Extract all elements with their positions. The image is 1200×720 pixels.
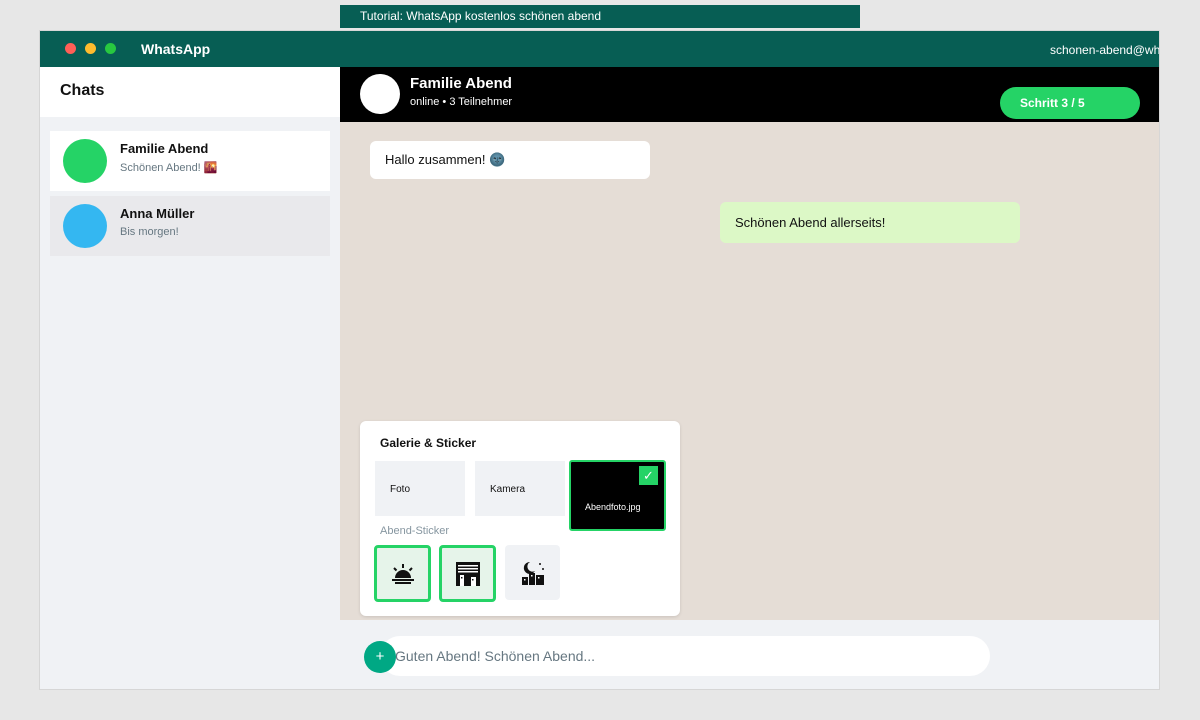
chat-preview: Schönen Abend! 🌇: [120, 162, 218, 174]
maximize-window-button[interactable]: [105, 43, 116, 54]
outgoing-message: Schönen Abend allerseits!: [720, 202, 1020, 243]
avatar: [63, 139, 107, 183]
chat-name: Familie Abend: [120, 141, 209, 156]
tutorial-banner: Tutorial: WhatsApp kostenlos schönen abe…: [340, 5, 860, 28]
photo-tile[interactable]: Foto: [375, 461, 465, 516]
night-city-icon: [505, 545, 560, 600]
close-window-button[interactable]: [65, 43, 76, 54]
app-title: WhatsApp: [141, 41, 211, 57]
tile-label: Foto: [390, 484, 411, 495]
account-email: schonen-abend@whatsapp.de: [1050, 43, 1160, 57]
sidebar-title: Chats: [40, 67, 340, 117]
app-window: WhatsApp schonen-abend@whatsapp.de Chats…: [39, 30, 1160, 690]
group-avatar[interactable]: [360, 74, 400, 114]
selected-photo-tile[interactable]: ✓ Abendfoto.jpg: [569, 460, 666, 531]
chat-sidebar: Chats Familie Abend Schönen Abend! 🌇 Ann…: [40, 67, 340, 689]
chat-name: Anna Müller: [120, 206, 195, 221]
chat-header: Familie Abend online • 3 Teilnehmer Schr…: [340, 67, 1159, 122]
step-badge: Schritt 3 / 5: [1000, 87, 1140, 119]
chat-item-familie-abend[interactable]: Familie Abend Schönen Abend! 🌇: [50, 131, 330, 191]
picker-title: Galerie & Sticker: [380, 436, 477, 450]
chat-item-anna-mueller[interactable]: Anna Müller Bis morgen!: [50, 196, 330, 256]
checkmark-icon: ✓: [639, 466, 658, 485]
camera-tile[interactable]: Kamera: [475, 461, 565, 516]
minimize-window-button[interactable]: [85, 43, 96, 54]
chat-status: online • 3 Teilnehmer: [410, 96, 513, 108]
attach-plus-button[interactable]: +: [364, 641, 396, 673]
title-bar: WhatsApp schonen-abend@whatsapp.de: [40, 31, 1159, 67]
incoming-message: Hallo zusammen! 🌚: [370, 141, 650, 179]
sticker-cityscape-dusk[interactable]: [439, 545, 496, 602]
sunset-icon: [377, 548, 428, 599]
message-input[interactable]: [380, 636, 990, 676]
avatar: [63, 204, 107, 248]
sticker-section-label: Abend-Sticker: [380, 525, 450, 537]
composer-bar: +: [340, 620, 1159, 689]
gallery-sticker-picker: Galerie & Sticker Foto Kamera ✓ Abendfot…: [360, 421, 680, 616]
chat-title: Familie Abend: [410, 75, 512, 92]
message-area: Hallo zusammen! 🌚 Schönen Abend allersei…: [340, 122, 1159, 620]
sticker-night-city[interactable]: [505, 545, 560, 600]
tile-label: Abendfoto.jpg: [585, 502, 641, 512]
tile-label: Kamera: [490, 484, 526, 495]
chat-preview: Bis morgen!: [120, 226, 179, 238]
cityscape-dusk-icon: [442, 548, 493, 599]
sticker-sunset[interactable]: [374, 545, 431, 602]
